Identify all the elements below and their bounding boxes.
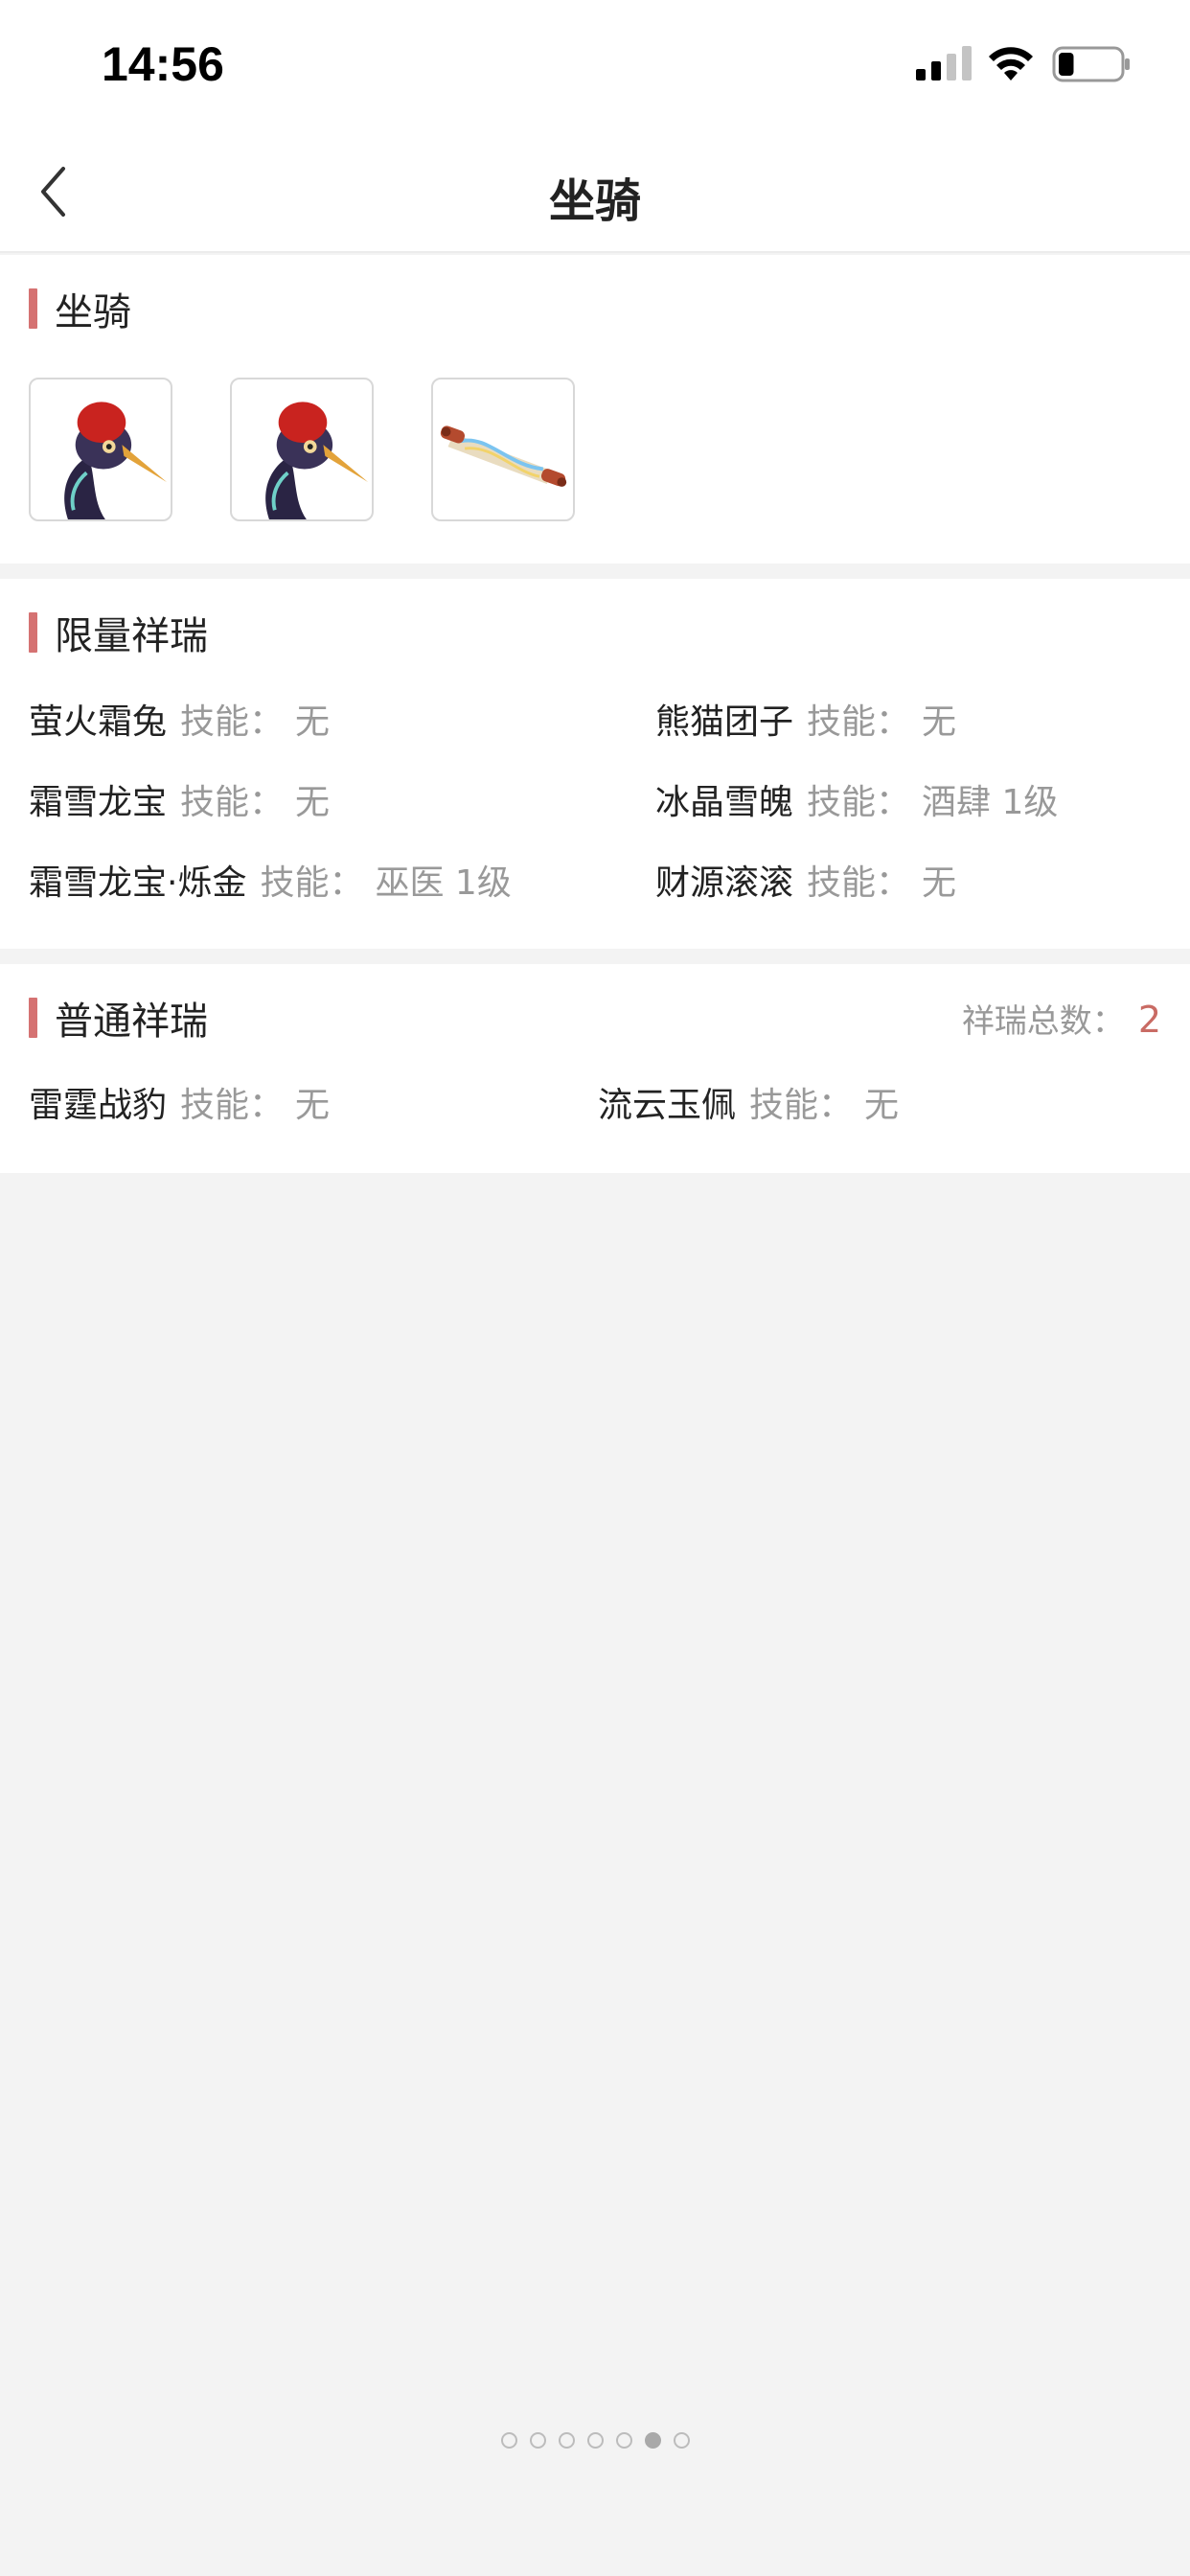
skill-label: 技能： bbox=[260, 863, 364, 903]
nav-bar: 坐骑 bbox=[0, 134, 1190, 253]
item-name: 霜雪龙宝·烁金 bbox=[29, 863, 247, 903]
section-title: 坐骑 bbox=[55, 290, 131, 334]
section-accent-bar bbox=[29, 612, 37, 653]
battery-icon bbox=[1052, 46, 1130, 82]
skill-value: 无 bbox=[295, 783, 331, 822]
total-count-value: 2 bbox=[1137, 999, 1161, 1041]
page-dot[interactable] bbox=[558, 2432, 575, 2449]
mount-thumbnail[interactable] bbox=[29, 378, 172, 521]
list-item: 冰晶雪魄 技能： 酒肆 1级 bbox=[655, 774, 1058, 824]
skill-label: 技能： bbox=[749, 1086, 854, 1125]
skill-label: 技能： bbox=[180, 1086, 285, 1125]
common-auspicious-section: 普通祥瑞 祥瑞总数： 2 雷霆战豹 技能： 无 流云玉佩 技能： 无 bbox=[0, 964, 1190, 1173]
page-dot[interactable] bbox=[529, 2432, 546, 2449]
skill-value: 无 bbox=[864, 1086, 900, 1125]
page-title: 坐骑 bbox=[548, 174, 641, 228]
crane-mount-icon bbox=[57, 402, 168, 519]
mounts-section: 坐骑 bbox=[0, 255, 1190, 564]
limited-auspicious-section: 限量祥瑞 萤火霜兔 技能： 无 熊猫团子 技能： 无 霜雪龙宝 技能： 无 冰晶… bbox=[0, 579, 1190, 949]
status-time: 14:56 bbox=[102, 37, 224, 91]
page-dot[interactable] bbox=[500, 2432, 517, 2449]
skill-label: 技能： bbox=[807, 783, 911, 822]
list-item: 流云玉佩 技能： 无 bbox=[598, 1077, 899, 1127]
skill-label: 技能： bbox=[807, 863, 911, 903]
list-item: 雷霆战豹 技能： 无 bbox=[29, 1077, 330, 1127]
list-item: 熊猫团子 技能： 无 bbox=[655, 694, 956, 744]
skill-label: 技能： bbox=[807, 702, 911, 742]
list-item: 霜雪龙宝 技能： 无 bbox=[29, 774, 330, 824]
skill-value: 巫医 1级 bbox=[375, 863, 512, 903]
list-item: 财源滚滚 技能： 无 bbox=[655, 855, 956, 905]
section-header: 坐骑 bbox=[29, 288, 131, 334]
skill-value: 无 bbox=[295, 1086, 331, 1125]
section-title: 限量祥瑞 bbox=[55, 614, 208, 658]
wifi-icon bbox=[989, 47, 1033, 80]
total-count-label: 祥瑞总数： bbox=[961, 1002, 1125, 1041]
page-indicator[interactable] bbox=[0, 2432, 1190, 2449]
item-name: 财源滚滚 bbox=[655, 863, 794, 903]
item-name: 冰晶雪魄 bbox=[655, 783, 794, 822]
skill-label: 技能： bbox=[180, 702, 285, 742]
item-name: 萤火霜兔 bbox=[29, 702, 168, 742]
skill-label: 技能： bbox=[180, 783, 285, 822]
list-item: 萤火霜兔 技能： 无 bbox=[29, 694, 330, 744]
skill-value: 无 bbox=[922, 702, 957, 742]
skill-value: 无 bbox=[922, 863, 957, 903]
skill-value: 酒肆 1级 bbox=[922, 783, 1059, 822]
item-name: 熊猫团子 bbox=[655, 702, 794, 742]
section-accent-bar bbox=[29, 288, 37, 329]
section-header: 普通祥瑞 bbox=[29, 997, 208, 1044]
page-dot[interactable] bbox=[673, 2432, 690, 2449]
item-name: 霜雪龙宝 bbox=[29, 783, 168, 822]
page-dot-active[interactable] bbox=[644, 2432, 661, 2449]
skill-value: 无 bbox=[295, 702, 331, 742]
list-item: 霜雪龙宝·烁金 技能： 巫医 1级 bbox=[29, 855, 512, 905]
mount-thumbnail[interactable] bbox=[431, 378, 575, 521]
item-name: 雷霆战豹 bbox=[29, 1086, 168, 1125]
cellular-signal-icon bbox=[916, 46, 972, 80]
crane-mount-icon bbox=[259, 402, 369, 519]
status-bar: 14:56 bbox=[0, 0, 1190, 134]
section-accent-bar bbox=[29, 998, 37, 1038]
section-title: 普通祥瑞 bbox=[55, 1000, 208, 1044]
page-dot[interactable] bbox=[615, 2432, 632, 2449]
total-count: 祥瑞总数： 2 bbox=[962, 995, 1161, 1042]
page-dot[interactable] bbox=[586, 2432, 604, 2449]
mount-thumbnail[interactable] bbox=[230, 378, 374, 521]
section-header: 限量祥瑞 bbox=[29, 611, 208, 658]
scroll-mount-icon bbox=[440, 426, 567, 487]
item-name: 流云玉佩 bbox=[598, 1086, 737, 1125]
